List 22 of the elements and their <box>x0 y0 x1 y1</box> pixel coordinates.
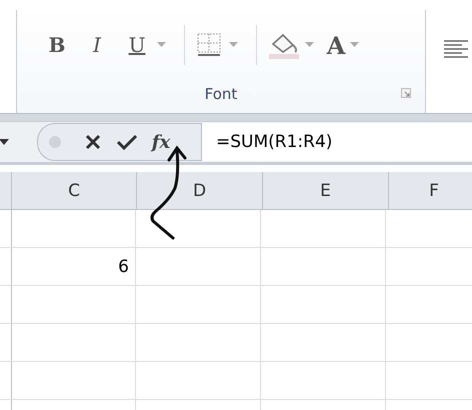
check-icon[interactable] <box>117 134 137 150</box>
formula-field[interactable]: =SUM(R1:R4) <box>201 123 472 161</box>
grip-dot-icon <box>48 135 62 149</box>
bold-button[interactable]: B <box>37 28 77 62</box>
column-header[interactable]: D <box>137 172 263 210</box>
italic-button[interactable]: I <box>77 28 117 62</box>
borders-icon[interactable] <box>195 32 223 58</box>
group-label: Font <box>204 85 238 103</box>
insert-function-button[interactable]: fx <box>144 127 178 157</box>
align-left-icon[interactable] <box>444 40 468 58</box>
dropdown-arrow-icon[interactable] <box>0 139 9 145</box>
caret-icon[interactable] <box>229 42 238 48</box>
column-header[interactable]: E <box>263 172 389 210</box>
dialog-launcher-icon[interactable] <box>401 88 411 98</box>
caret-icon[interactable] <box>157 42 166 48</box>
caret-icon[interactable] <box>350 42 359 48</box>
cancel-icon[interactable] <box>85 134 101 150</box>
column-header[interactable]: C <box>12 172 137 210</box>
caret-icon[interactable] <box>305 42 314 48</box>
underline-button[interactable]: U <box>117 28 157 62</box>
table-cell-text: 6 <box>117 256 130 278</box>
font-color-button[interactable]: A <box>322 28 350 62</box>
